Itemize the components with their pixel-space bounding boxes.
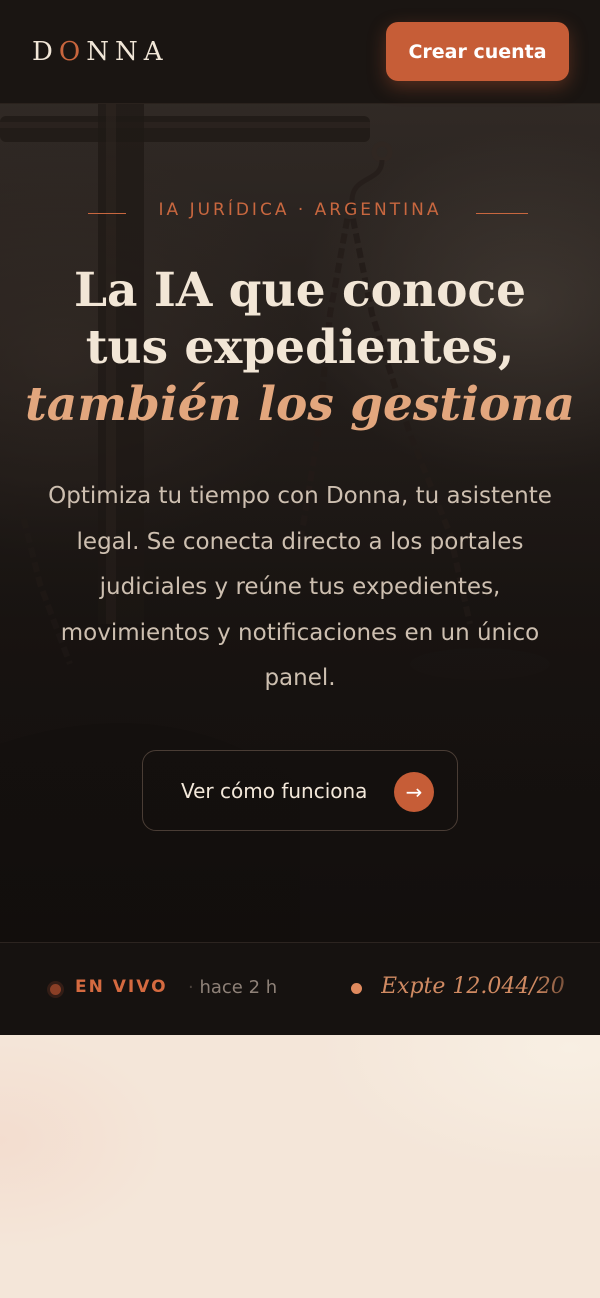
donna-logo[interactable]: DONNA <box>32 36 168 68</box>
ticker-item-time: · hace 2 h <box>188 977 277 998</box>
next-section-background <box>0 1035 600 1298</box>
eyebrow-rule-right <box>476 213 528 214</box>
ticker-separator: · <box>188 977 194 998</box>
see-how-it-works-label: Ver cómo funciona <box>181 779 368 803</box>
create-account-button[interactable]: Crear cuenta <box>386 22 569 81</box>
headline-line-2: tus expedientes, <box>85 320 515 375</box>
hero-description: Optimiza tu tiempo con Donna, tu asisten… <box>48 483 552 691</box>
logo-letters-start: D <box>32 37 59 67</box>
top-bar: DONNA Crear cuenta <box>0 0 600 104</box>
hero-eyebrow: IA JURÍDICA · ARGENTINA <box>158 200 442 220</box>
headline-line-1: La IA que conoce <box>74 263 526 318</box>
logo-letters-end: NNA <box>86 37 169 67</box>
ticker-bullet-dot <box>351 983 362 994</box>
ticker-time-text: hace 2 h <box>199 977 278 998</box>
live-indicator-dot <box>50 984 61 995</box>
logo-accent-letter: O <box>58 37 87 67</box>
headline-line-3: también los gestiona <box>25 377 575 432</box>
hero-headline: La IA que conoce tus expedientes, tambié… <box>0 262 600 433</box>
see-how-it-works-button[interactable]: Ver cómo funciona → <box>142 750 458 831</box>
arrow-right-icon: → <box>394 772 434 812</box>
live-label: EN VIVO <box>75 977 168 997</box>
ticker-case-number: Expte 12.044/20 <box>381 974 565 999</box>
